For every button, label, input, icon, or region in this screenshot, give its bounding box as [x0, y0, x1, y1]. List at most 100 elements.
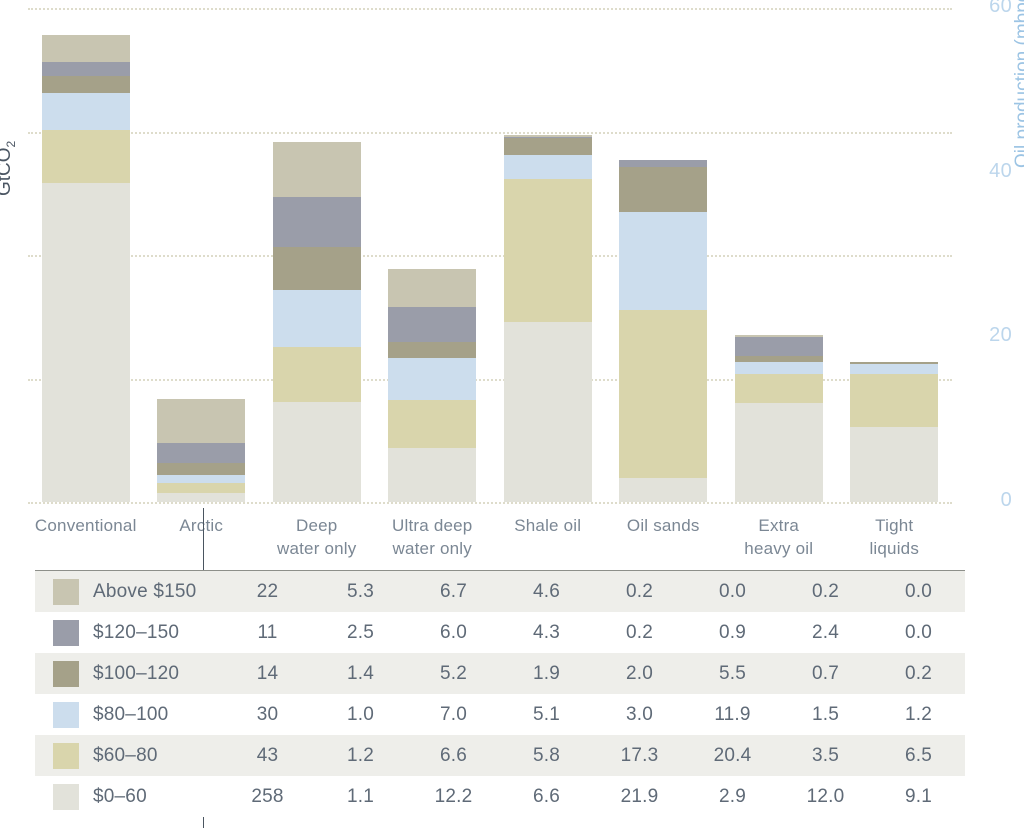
legend-label: $100–120: [93, 662, 180, 684]
table-cell-value: 22: [256, 580, 279, 602]
table-cell-value: 1.2: [346, 744, 374, 766]
bar-segment: [272, 246, 361, 290]
table-cell-value: 0.0: [904, 580, 932, 602]
category-label: Shale oil: [490, 514, 606, 537]
table-cell-value: 4.3: [532, 621, 560, 643]
y-axis-left-label-subscript: 2: [3, 140, 18, 148]
legend-cell[interactable]: $100–120: [35, 653, 221, 694]
legend-cell[interactable]: $120–150: [35, 612, 221, 653]
bar-segment: [503, 154, 592, 180]
table-cell-value: 1.0: [346, 703, 374, 725]
bar-segment: [619, 478, 708, 502]
bar-segment: [388, 399, 477, 448]
bar-segment: [388, 306, 477, 343]
bars-container: [28, 8, 952, 502]
table-cell-value: 2.5: [346, 621, 374, 643]
bar-segment: [272, 289, 361, 348]
y-axis-right-tick: 0: [1000, 489, 1012, 511]
table-row: Above $150 22 5.3 6.7 4.6 0.2 0.0 0.2 0.0: [35, 571, 965, 612]
bar-segment: [41, 93, 130, 131]
legend-cell[interactable]: $80–100: [35, 694, 221, 735]
category-label-line1: Conventional: [34, 516, 137, 535]
legend-label: $80–100: [93, 703, 169, 725]
table-cell-value: 1.1: [346, 785, 374, 807]
stacked-bar[interactable]: [503, 134, 592, 502]
table-cell-value: 12.2: [434, 785, 473, 807]
table-cell-value: 0.9: [718, 621, 746, 643]
bar-segment: [157, 442, 246, 464]
table-cell-value: 30: [256, 703, 279, 725]
bar-segment: [388, 269, 477, 307]
table-cell-value: 5.8: [532, 744, 560, 766]
y-axis-left-label: GtCO2: [0, 141, 18, 196]
table-cell-value: 6.6: [439, 744, 467, 766]
y-axis-right-tick: 60: [989, 0, 1012, 17]
legend-swatch: [53, 619, 79, 646]
stacked-bar[interactable]: [619, 159, 708, 502]
category-label: Ultra deep water only: [375, 514, 491, 560]
table-cell-value: 7.0: [439, 703, 467, 725]
legend-swatch: [53, 660, 79, 687]
legend-swatch: [53, 701, 79, 728]
bar-segment: [734, 362, 823, 375]
legend-cell[interactable]: $60–80: [35, 735, 221, 776]
category-label-line1: Tight: [875, 516, 914, 535]
legend-label: $60–80: [93, 744, 158, 766]
table-cell-value: 4.6: [532, 580, 560, 602]
bar-slot: [837, 8, 953, 502]
table-row: $0–60 258 1.1 12.2 6.6 21.9 2.9 12.0 9.1: [35, 776, 965, 817]
gridline: [28, 502, 952, 504]
table-row: $120–150 11 2.5 6.0 4.3 0.2 0.9 2.4 0.0: [35, 612, 965, 653]
stacked-bar[interactable]: [388, 269, 477, 502]
table-cell-value: 11.9: [714, 703, 751, 725]
category-label: Tight liquids: [837, 514, 953, 560]
bar-segment: [157, 492, 246, 502]
bar-segment: [41, 75, 130, 94]
bar-segment: [734, 336, 823, 357]
legend-cell[interactable]: $0–60: [35, 776, 221, 817]
bar-slot: [721, 8, 837, 502]
legend-label: Above $150: [93, 580, 197, 602]
bar-segment: [272, 401, 361, 502]
bar-segment: [41, 62, 130, 76]
table-cell-value: 14: [256, 662, 279, 684]
table-cell-value: 6.5: [904, 744, 932, 766]
bar-slot: [375, 8, 491, 502]
stacked-bar[interactable]: [41, 35, 130, 502]
stacked-bar[interactable]: [272, 142, 361, 502]
bar-segment: [619, 212, 708, 311]
stacked-bar[interactable]: [850, 362, 939, 502]
table-row: $80–100 30 1.0 7.0 5.1 3.0 11.9 1.5 1.2: [35, 694, 965, 735]
bar-segment: [388, 357, 477, 400]
table-row: $100–120 14 1.4 5.2 1.9 2.0 5.5 0.7 0.2: [35, 653, 965, 694]
stacked-bar[interactable]: [157, 399, 246, 502]
bar-segment: [619, 310, 708, 479]
bar-segment: [157, 483, 246, 493]
y-axis-right-tick: 40: [989, 159, 1012, 182]
table-top-border: [35, 570, 965, 571]
category-labels: Conventional Arctic Deep water only Ultra de…: [28, 514, 952, 574]
bar-segment: [503, 138, 592, 155]
bar-segment: [388, 447, 477, 502]
legend-swatch: [53, 783, 79, 810]
table-cell-value: 9.1: [904, 785, 932, 807]
table-cell-value: 2.4: [811, 621, 839, 643]
table-cell-value: 0.2: [811, 580, 839, 602]
table-cell-value: 0.2: [625, 621, 653, 643]
table-cell-value: 11: [257, 621, 278, 643]
bar-segment: [272, 347, 361, 402]
table-cell-value: 0.0: [718, 580, 746, 602]
stacked-bar[interactable]: [734, 334, 823, 502]
table-cell-value: 12.0: [806, 785, 845, 807]
category-label: Extra heavy oil: [721, 514, 837, 560]
bar-segment: [503, 179, 592, 322]
bar-segment: [503, 321, 592, 502]
bar-slot: [28, 8, 144, 502]
bar-slot: [144, 8, 260, 502]
table-cell-value: 21.9: [620, 785, 659, 807]
legend-cell[interactable]: Above $150: [35, 571, 221, 612]
bar-slot: [490, 8, 606, 502]
bar-segment: [272, 142, 361, 198]
category-label-line1: Shale oil: [514, 516, 582, 535]
table-cell-value: 43: [256, 744, 279, 766]
